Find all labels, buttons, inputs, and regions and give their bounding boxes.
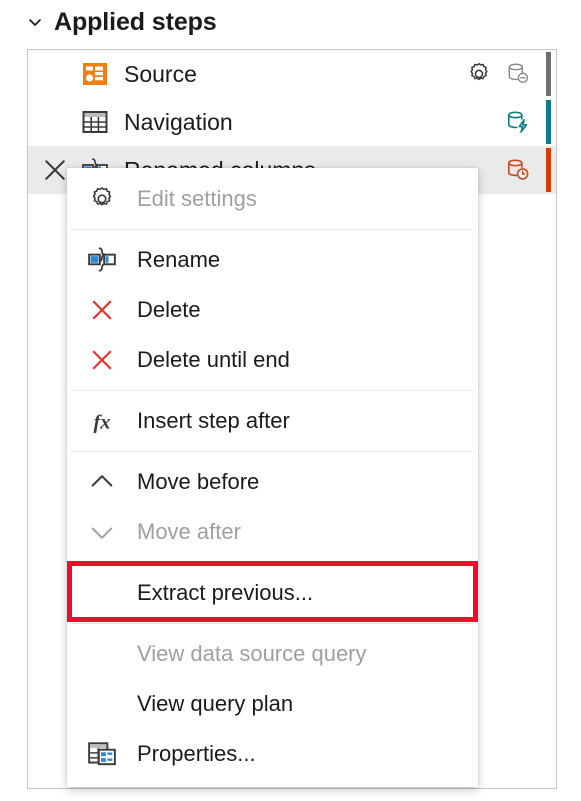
table-step-icon <box>80 107 110 137</box>
menu-item-move-before[interactable]: Move before <box>67 457 478 507</box>
menu-separator <box>71 623 474 624</box>
menu-item-label: Move before <box>137 469 259 495</box>
menu-item-delete-until-end[interactable]: Delete until end <box>67 335 478 385</box>
chevron-up-icon <box>85 467 119 497</box>
menu-item-view-query-plan[interactable]: View query plan <box>67 679 478 729</box>
menu-item-view-data-source-query[interactable]: View data source query <box>67 629 478 679</box>
delete-x-icon <box>85 345 119 375</box>
menu-item-label: Insert step after <box>137 408 290 434</box>
menu-item-rename[interactable]: Rename <box>67 235 478 285</box>
folding-indicator-bar <box>546 100 551 144</box>
menu-separator <box>71 451 474 452</box>
menu-item-properties[interactable]: Properties... <box>67 729 478 779</box>
step-label: Navigation <box>124 109 233 136</box>
chevron-down-icon <box>85 517 119 547</box>
menu-item-label: Properties... <box>137 741 256 767</box>
applied-steps-pane: Applied steps Source <box>0 0 581 801</box>
database-clock-icon[interactable] <box>504 156 532 184</box>
menu-item-label: Edit settings <box>137 186 257 212</box>
menu-item-edit-settings[interactable]: Edit settings <box>67 174 478 224</box>
step-row-actions <box>504 146 556 194</box>
delete-x-icon <box>85 295 119 325</box>
gear-icon <box>85 184 119 214</box>
menu-item-label: View data source query <box>137 641 367 667</box>
no-icon-spacer <box>85 689 119 719</box>
fx-icon: fx <box>85 406 119 436</box>
properties-icon <box>85 739 119 769</box>
menu-item-label: View query plan <box>137 691 293 717</box>
menu-item-label: Rename <box>137 247 220 273</box>
page-title: Applied steps <box>54 8 217 37</box>
menu-item-label: Delete until end <box>137 347 290 373</box>
rename-icon <box>85 245 119 275</box>
menu-item-label: Delete <box>137 297 201 323</box>
database-minus-icon[interactable] <box>504 60 532 88</box>
menu-separator <box>71 562 474 563</box>
step-row-navigation[interactable]: Navigation <box>28 98 556 146</box>
menu-item-move-after[interactable]: Move after <box>67 507 478 557</box>
menu-item-label: Move after <box>137 519 241 545</box>
menu-item-insert-step-after[interactable]: fx Insert step after <box>67 396 478 446</box>
no-icon-spacer <box>85 578 119 608</box>
svg-text:fx: fx <box>94 412 111 434</box>
folding-indicator-bar <box>546 148 551 192</box>
menu-item-extract-previous[interactable]: Extract previous... <box>67 568 478 618</box>
menu-item-label: Extract previous... <box>137 580 313 606</box>
step-row-source[interactable]: Source <box>28 50 556 98</box>
menu-item-delete[interactable]: Delete <box>67 285 478 335</box>
step-row-actions <box>464 50 556 98</box>
step-context-menu: Edit settings Rename <box>67 168 478 787</box>
chevron-down-icon[interactable] <box>26 13 44 31</box>
applied-steps-header[interactable]: Applied steps <box>26 2 217 42</box>
menu-separator <box>71 390 474 391</box>
step-row-actions <box>504 98 556 146</box>
gear-icon[interactable] <box>464 59 494 89</box>
source-step-icon <box>80 59 110 89</box>
no-icon-spacer <box>85 639 119 669</box>
folding-indicator-bar <box>546 52 551 96</box>
step-label: Source <box>124 61 197 88</box>
database-lightning-icon[interactable] <box>504 108 532 136</box>
menu-separator <box>71 229 474 230</box>
